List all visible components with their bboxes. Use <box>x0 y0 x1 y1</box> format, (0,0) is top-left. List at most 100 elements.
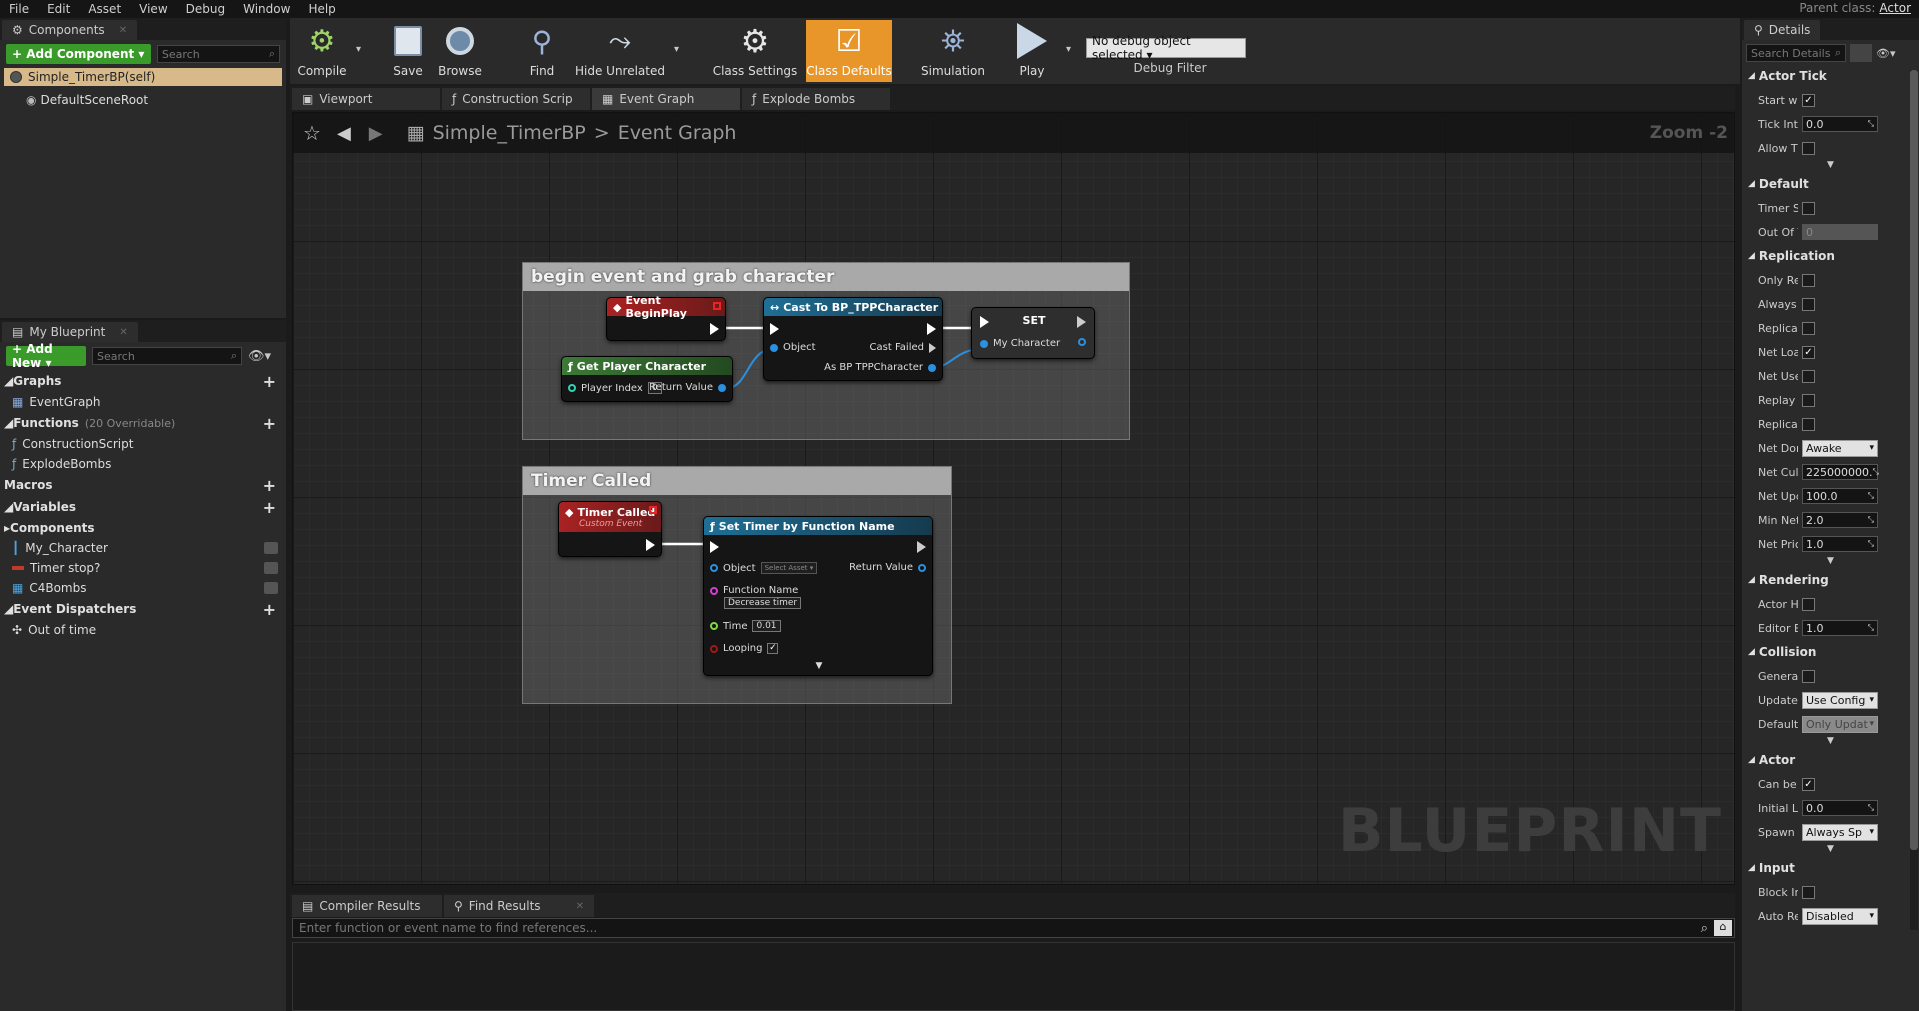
tab-event-graph[interactable]: ▦ Event Graph <box>592 88 740 110</box>
spin-drag-icon[interactable]: ⤡ <box>1868 623 1874 633</box>
variables-components-category[interactable]: ▸ Components <box>0 518 286 538</box>
graphs-section[interactable]: ◢ Graphs + <box>0 370 286 392</box>
details-section-header[interactable]: ◢ Collision <box>1742 640 1919 664</box>
exec-in-pin[interactable] <box>770 323 779 335</box>
property-number-input[interactable]: 0.0 ⤡ <box>1802 800 1878 816</box>
property-checkbox[interactable] <box>1802 669 1815 683</box>
menu-file[interactable]: File <box>0 2 38 16</box>
tab-compiler-results[interactable]: ▤ Compiler Results <box>292 895 442 917</box>
browse-button[interactable]: Browse <box>430 20 490 82</box>
find-in-all-blueprints-icon[interactable]: ⌂ <box>1714 920 1732 936</box>
details-section-header[interactable]: ◢ Replication <box>1742 244 1919 268</box>
player-index-pin[interactable]: Player Index 0 <box>568 382 662 394</box>
exec-in-pin[interactable] <box>710 541 719 553</box>
property-dropdown[interactable]: Use Config ▾ <box>1802 691 1878 709</box>
node-event-beginplay[interactable]: ◆ Event BeginPlay <box>606 294 726 341</box>
tab-viewport[interactable]: ▣ Viewport <box>292 88 440 110</box>
hide-unrelated-chevron-icon[interactable]: ▾ <box>674 44 679 55</box>
object-in-pin[interactable]: Object <box>770 342 816 353</box>
macros-section[interactable]: Macros + <box>0 474 286 496</box>
details-section-header[interactable]: ◢ Actor Tick <box>1742 64 1919 88</box>
variable-item-my-character[interactable]: ┃ My_Character <box>0 538 286 558</box>
component-root-item[interactable]: ◉ DefaultSceneRoot <box>0 90 286 110</box>
function-name-pin[interactable]: Function Name Decrease timer <box>710 585 802 609</box>
property-checkbox[interactable]: ✓ <box>1802 93 1815 107</box>
spin-drag-icon[interactable]: ⤡ <box>1868 515 1874 525</box>
property-number-input[interactable]: 0.0 ⤡ <box>1802 116 1878 132</box>
add-new-button[interactable]: + Add New ▾ <box>6 342 86 370</box>
search-icon[interactable]: ⌕ <box>1701 921 1708 936</box>
tab-find-results[interactable]: ⚲ Find Results ✕ <box>444 895 594 917</box>
menu-debug[interactable]: Debug <box>177 2 234 16</box>
compile-options-chevron-icon[interactable]: ▾ <box>356 44 361 55</box>
visibility-eye-icon[interactable] <box>264 562 278 574</box>
select-asset-dropdown[interactable]: Select Asset ▾ <box>760 562 818 574</box>
variable-item-c4bombs[interactable]: ▦ C4Bombs <box>0 578 286 598</box>
hide-unrelated-button[interactable]: ⤳ Hide Unrelated <box>570 20 670 82</box>
details-scrollbar[interactable] <box>1910 70 1918 930</box>
components-tab[interactable]: ⚙ Components ✕ <box>2 20 138 40</box>
show-advanced-chevron-icon[interactable]: ▼ <box>1742 556 1919 568</box>
class-settings-button[interactable]: ⚙ Class Settings <box>712 20 798 82</box>
tab-construction-script[interactable]: ƒ Construction Scrip <box>442 88 590 110</box>
delegate-pin[interactable] <box>649 506 657 514</box>
variable-item-timer-stop[interactable]: Timer stop? <box>0 558 286 578</box>
add-dispatcher-button[interactable]: + <box>263 600 276 619</box>
view-options-eye-icon[interactable]: 👁▾ <box>1876 47 1896 60</box>
exec-out-pin[interactable] <box>917 541 926 553</box>
simulation-button[interactable]: ⛯ Simulation <box>916 20 990 82</box>
node-timer-called-custom-event[interactable]: ◆ Timer Called Custom Event <box>558 501 662 557</box>
node-set-my-character[interactable]: SET My Character <box>971 307 1095 359</box>
property-number-input[interactable]: 0 <box>1802 224 1878 240</box>
property-dropdown[interactable]: Only Updat ▾ <box>1802 715 1878 733</box>
components-search-input[interactable]: Search ⌕ <box>156 45 280 63</box>
graph-item-eventgraph[interactable]: ▦ EventGraph <box>0 392 286 412</box>
property-checkbox[interactable] <box>1802 597 1815 611</box>
class-defaults-button[interactable]: ☑ Class Defaults <box>806 20 892 82</box>
time-value[interactable]: 0.01 <box>752 620 781 632</box>
delegate-pin[interactable] <box>713 302 721 310</box>
return-value-pin[interactable]: Return Value <box>849 562 926 573</box>
menu-window[interactable]: Window <box>234 2 299 16</box>
property-number-input[interactable]: 225000000. ⤡ <box>1802 464 1879 480</box>
menu-edit[interactable]: Edit <box>38 2 79 16</box>
parent-class-link[interactable]: Actor <box>1879 1 1911 15</box>
show-advanced-chevron-icon[interactable]: ▼ <box>1742 844 1919 856</box>
looping-pin[interactable]: Looping ✓ <box>710 643 779 654</box>
event-graph-canvas[interactable]: ☆ ◀ ▶ ▦ Simple_TimerBP > Event Graph Zoo… <box>292 112 1735 885</box>
details-search-input[interactable]: Search Details ⌕ <box>1746 44 1846 62</box>
property-checkbox[interactable] <box>1802 885 1815 899</box>
play-options-chevron-icon[interactable]: ▾ <box>1066 44 1071 55</box>
component-self-item[interactable]: Simple_TimerBP(self) <box>4 68 282 86</box>
my-blueprint-search-input[interactable]: Search ⌕ <box>92 347 242 365</box>
function-item-constructionscript[interactable]: ƒ ConstructionScript <box>0 434 286 454</box>
functions-section[interactable]: ◢ Functions (20 Overridable) + <box>0 412 286 434</box>
cast-failed-pin[interactable]: Cast Failed <box>870 342 936 353</box>
property-number-input[interactable]: 1.0 ⤡ <box>1802 620 1878 636</box>
time-pin[interactable]: Time 0.01 <box>710 620 781 632</box>
close-icon[interactable]: ✕ <box>119 327 127 338</box>
property-checkbox[interactable] <box>1802 393 1815 407</box>
function-item-explodebombs[interactable]: ƒ ExplodeBombs <box>0 454 286 474</box>
function-name-value[interactable]: Decrease timer <box>724 597 802 609</box>
view-options-eye-icon[interactable]: 👁▾ <box>248 349 271 364</box>
play-button[interactable]: Play <box>1002 20 1062 82</box>
debug-object-select[interactable]: No debug object selected ▾ <box>1086 34 1246 62</box>
my-character-in-pin[interactable]: My Character <box>980 338 1060 349</box>
details-section-header[interactable]: ◢ Actor <box>1742 748 1919 772</box>
menu-help[interactable]: Help <box>299 2 344 16</box>
property-checkbox[interactable]: ✓ <box>1802 345 1815 359</box>
exec-out-pin[interactable] <box>646 539 655 551</box>
variables-section[interactable]: ◢ Variables + <box>0 496 286 518</box>
close-icon[interactable]: ✕ <box>119 25 127 36</box>
scrollbar-thumb[interactable] <box>1910 70 1918 850</box>
property-checkbox[interactable] <box>1802 297 1815 311</box>
details-section-header[interactable]: ◢ Input <box>1742 856 1919 880</box>
my-character-out-pin[interactable] <box>1078 338 1086 346</box>
property-checkbox[interactable] <box>1802 417 1815 431</box>
menu-asset[interactable]: Asset <box>79 2 130 16</box>
exec-out-pin[interactable] <box>710 323 719 335</box>
property-checkbox[interactable] <box>1802 321 1815 335</box>
spin-drag-icon[interactable]: ⤡ <box>1868 803 1874 813</box>
details-section-header[interactable]: ◢ Rendering <box>1742 568 1919 592</box>
